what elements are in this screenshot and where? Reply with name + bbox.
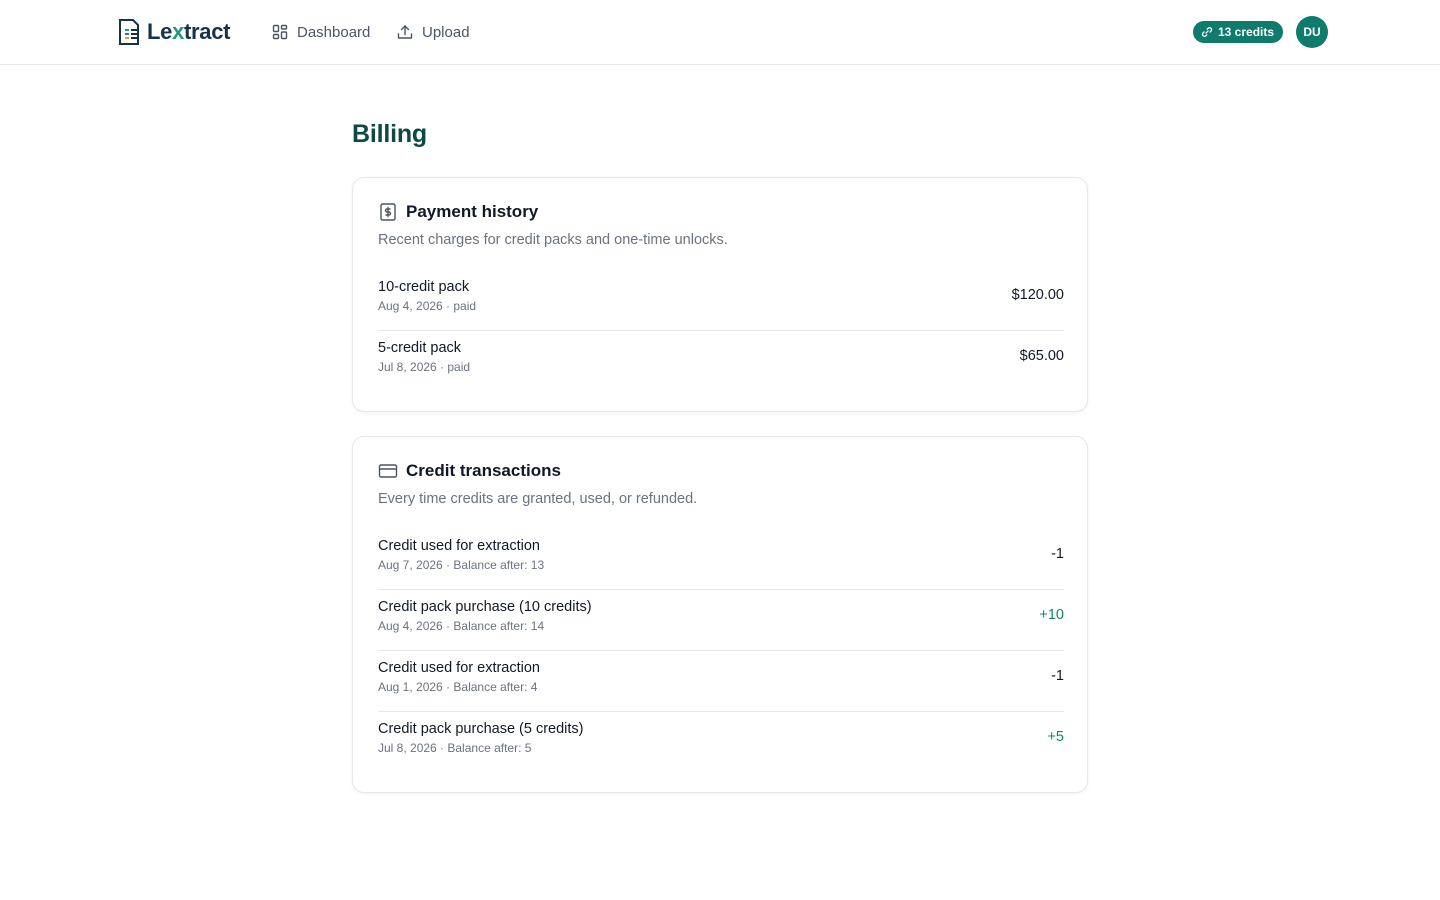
transaction-row-amount: -1 bbox=[1051, 546, 1064, 562]
transaction-row-amount: +10 bbox=[1039, 607, 1064, 623]
page-title: Billing bbox=[352, 120, 427, 148]
link-icon bbox=[1201, 27, 1213, 37]
payment-row-title: 5-credit pack bbox=[378, 340, 462, 356]
transaction-row: Credit used for extraction Aug 1, 2026 ·… bbox=[378, 651, 1064, 712]
transaction-row-meta: Aug 7, 2026 · Balance after: 13 bbox=[378, 558, 545, 572]
transaction-row-meta: Jul 8, 2026 · Balance after: 5 bbox=[378, 741, 532, 755]
credit-transactions-description: Every time credits are granted, used, or… bbox=[378, 491, 698, 507]
credit-card-icon bbox=[378, 464, 398, 478]
payment-row-meta: Jul 8, 2026 · paid bbox=[378, 360, 471, 374]
logo-wordmark: Lextract bbox=[147, 19, 231, 44]
transaction-row: Credit pack purchase (10 credits) Aug 4,… bbox=[378, 590, 1064, 651]
payment-history-list: 10-credit pack Aug 4, 2026 · paid $120.0… bbox=[378, 270, 1064, 392]
transaction-row-title: Credit pack purchase (10 credits) bbox=[378, 599, 592, 615]
user-avatar[interactable]: DU bbox=[1296, 16, 1328, 48]
payment-history-header: Payment history bbox=[378, 202, 538, 222]
transaction-row: Credit used for extraction Aug 7, 2026 ·… bbox=[378, 529, 1064, 590]
payment-row-title: 10-credit pack bbox=[378, 279, 470, 295]
nav-upload[interactable]: Upload bbox=[397, 20, 470, 44]
transaction-row: Credit pack purchase (5 credits) Jul 8, … bbox=[378, 712, 1064, 773]
payment-history-card: Payment history Recent charges for credi… bbox=[352, 177, 1088, 412]
transaction-row-title: Credit used for extraction bbox=[378, 538, 540, 554]
grid-icon bbox=[272, 24, 288, 40]
top-navigation-bar: Lextract Dashboard Upload 13 credits DU bbox=[0, 0, 1440, 65]
payment-row-amount: $120.00 bbox=[1011, 287, 1064, 303]
nav-upload-label: Upload bbox=[422, 23, 470, 41]
payment-history-title: Payment history bbox=[406, 202, 539, 221]
credits-badge-label: 13 credits bbox=[1218, 25, 1275, 39]
credits-badge[interactable]: 13 credits bbox=[1193, 21, 1284, 43]
upload-icon bbox=[397, 25, 413, 39]
transaction-row-amount: -1 bbox=[1051, 668, 1064, 684]
payment-row: 5-credit pack Jul 8, 2026 · paid $65.00 bbox=[378, 331, 1064, 392]
credit-transactions-title: Credit transactions bbox=[406, 461, 561, 480]
payment-history-description: Recent charges for credit packs and one-… bbox=[378, 232, 728, 248]
nav-dashboard-label: Dashboard bbox=[297, 23, 371, 41]
nav-dashboard[interactable]: Dashboard bbox=[272, 20, 370, 44]
payment-row-meta: Aug 4, 2026 · paid bbox=[378, 299, 477, 313]
credit-transactions-header: Credit transactions bbox=[378, 461, 561, 481]
transaction-row-title: Credit pack purchase (5 credits) bbox=[378, 721, 584, 737]
credit-transactions-card: Credit transactions Every time credits a… bbox=[352, 436, 1088, 793]
payment-row-amount: $65.00 bbox=[1019, 348, 1064, 364]
receipt-dollar-icon bbox=[380, 203, 396, 221]
transaction-row-meta: Aug 1, 2026 · Balance after: 4 bbox=[378, 680, 538, 694]
transaction-row-amount: +5 bbox=[1047, 729, 1064, 745]
payment-row: 10-credit pack Aug 4, 2026 · paid $120.0… bbox=[378, 270, 1064, 331]
transaction-row-title: Credit used for extraction bbox=[378, 660, 540, 676]
lextract-logo[interactable]: Lextract bbox=[117, 18, 231, 46]
logo-document-icon bbox=[119, 19, 139, 45]
transaction-row-meta: Aug 4, 2026 · Balance after: 14 bbox=[378, 619, 545, 633]
credit-transactions-list: Credit used for extraction Aug 7, 2026 ·… bbox=[378, 529, 1064, 773]
